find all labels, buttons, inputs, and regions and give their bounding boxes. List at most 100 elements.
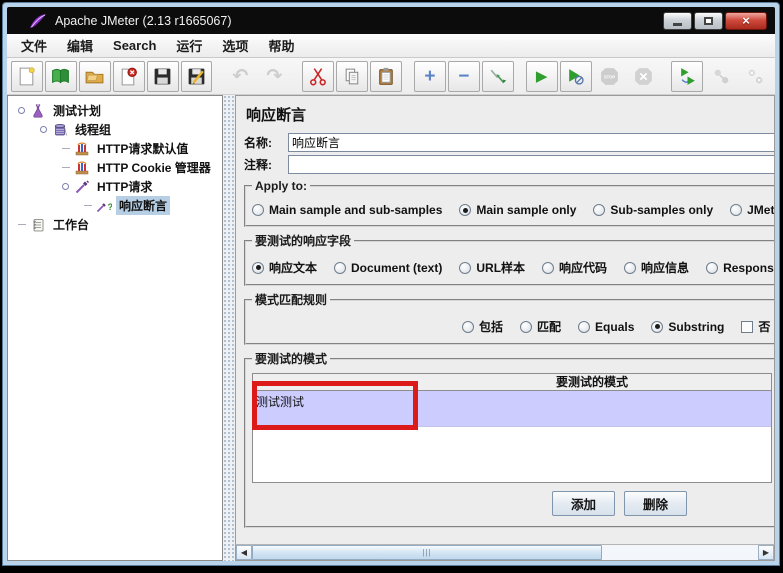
tree-item-label[interactable]: HTTP请求 (94, 177, 155, 196)
radio-response-text[interactable]: 响应文本 (252, 259, 317, 276)
response-field-group: 要测试的响应字段 响应文本 Document (text) URL样本 响应代码… (244, 232, 774, 286)
tree-expand-handle[interactable] (62, 183, 69, 190)
radio-equals[interactable]: Equals (578, 320, 634, 334)
maximize-button[interactable] (694, 11, 723, 30)
apply-to-options: Main sample and sub-samples Main sample … (252, 203, 774, 217)
tree-item-response-assertion[interactable]: ? 响应断言 (10, 196, 220, 215)
cookie-manager-icon (75, 161, 89, 174)
tree-expand-handle[interactable] (40, 126, 47, 133)
horizontal-scrollbar[interactable]: ◀ ||| ▶ (235, 544, 775, 561)
title-bar: Apache JMeter (2.13 r1665067) × (7, 7, 775, 34)
radio-main-sample-only[interactable]: Main sample only (459, 203, 576, 217)
open-file-button[interactable] (78, 60, 111, 92)
editor-column: 响应断言 名称: 注释: Apply to: Main sample and s… (235, 95, 775, 561)
tree-item-http-defaults[interactable]: HTTP请求默认值 (10, 139, 220, 158)
shutdown-button (627, 61, 659, 92)
remote-start-all-button[interactable] (671, 60, 704, 92)
apply-to-group: Apply to: Main sample and sub-samples Ma… (244, 179, 774, 227)
open-file-icon (85, 71, 104, 83)
radio-icon-selected (459, 204, 472, 216)
radio-icon (252, 204, 264, 216)
checkbox-not[interactable]: 否 (741, 318, 770, 335)
tree-connector (84, 205, 92, 206)
radio-icon-selected (651, 320, 664, 333)
menu-options[interactable]: 选项 (214, 34, 256, 57)
start-no-pauses-button[interactable] (559, 60, 592, 92)
tree-item-label[interactable]: HTTP请求默认值 (94, 139, 191, 158)
radio-response-code[interactable]: 响应代码 (542, 259, 607, 276)
collapse-all-button[interactable]: − (447, 60, 480, 92)
patterns-table-header: 要测试的模式 (253, 374, 771, 391)
tree-item-workbench[interactable]: 工作台 (10, 215, 220, 234)
menu-edit[interactable]: 编辑 (59, 34, 101, 57)
minimize-button[interactable] (663, 11, 692, 30)
add-button[interactable]: 添加 (552, 491, 616, 516)
scroll-right-button[interactable]: ▶ (758, 545, 774, 560)
patterns-group: 要测试的模式 要测试的模式 测试测试 添加 删除 (244, 350, 774, 528)
tree-item-cookie-manager[interactable]: HTTP Cookie 管理器 (10, 158, 220, 177)
pattern-row-selected[interactable]: 测试测试 (253, 391, 771, 427)
radio-contains[interactable]: 包括 (462, 318, 503, 335)
open-template-button[interactable] (44, 60, 77, 92)
close-icon: × (742, 13, 750, 28)
tree-item-label[interactable]: 工作台 (50, 215, 92, 234)
delete-button[interactable]: 删除 (624, 491, 688, 516)
comment-input[interactable] (288, 155, 774, 174)
radio-icon (542, 261, 555, 274)
toggle-button[interactable] (481, 60, 514, 92)
remote-stop-all-icon (748, 69, 762, 83)
split-pane-divider[interactable] (223, 95, 235, 561)
name-input[interactable] (288, 133, 774, 152)
new-file-icon (20, 66, 36, 85)
radio-substring[interactable]: Substring (651, 320, 724, 334)
radio-response-message[interactable]: 响应信息 (624, 259, 689, 276)
shutdown-icon (634, 67, 652, 85)
tree-item-label[interactable]: 响应断言 (116, 196, 171, 215)
tree-item-label[interactable]: 测试计划 (50, 101, 104, 120)
expand-all-button[interactable]: + (413, 60, 446, 92)
scroll-left-button[interactable]: ◀ (236, 545, 252, 560)
menu-file[interactable]: 文件 (13, 34, 55, 57)
svg-text:?: ? (108, 202, 113, 212)
radio-matches[interactable]: 匹配 (520, 318, 561, 335)
tree-item-label[interactable]: HTTP Cookie 管理器 (94, 158, 214, 177)
new-file-button[interactable] (11, 60, 43, 92)
test-plan-tree: 测试计划 线程组 HTTP请求默认值 HTTP Cookie 管理器 HTTP请… (7, 95, 223, 561)
response-assertion-panel: 响应断言 名称: 注释: Apply to: Main sample and s… (235, 95, 775, 544)
tree-expand-handle[interactable] (18, 107, 25, 114)
save-as-button[interactable] (180, 60, 213, 92)
menu-search[interactable]: Search (105, 36, 164, 55)
save-button[interactable] (146, 60, 179, 92)
response-field-legend: 要测试的响应字段 (255, 234, 352, 248)
jmeter-feather-icon (30, 13, 46, 28)
close-button[interactable]: × (725, 11, 767, 30)
tree-item-http-request[interactable]: HTTP请求 (10, 177, 220, 196)
menu-bar: 文件 编辑 Search 运行 选项 帮助 (7, 34, 775, 58)
stop-icon: STOP (601, 67, 618, 85)
radio-document-text[interactable]: Document (text) (334, 261, 442, 275)
close-file-button[interactable] (112, 60, 145, 92)
menu-run[interactable]: 运行 (168, 34, 210, 57)
start-button[interactable]: ▶ (525, 60, 558, 92)
radio-response-headers[interactable]: Respons (706, 261, 774, 275)
tree-item-label[interactable]: 线程组 (72, 120, 114, 139)
radio-icon (730, 204, 743, 216)
radio-main-sample-and-sub-samples[interactable]: Main sample and sub-samples (252, 203, 442, 217)
paste-button[interactable] (370, 60, 402, 92)
tree-item-thread-group[interactable]: 线程组 (10, 120, 220, 139)
radio-jmeter-variable[interactable]: JMete (730, 203, 774, 217)
cut-button[interactable] (302, 60, 335, 92)
radio-sub-samples-only[interactable]: Sub-samples only (593, 203, 713, 217)
collapse-all-icon: − (458, 65, 470, 87)
scrollbar-thumb[interactable]: ||| (252, 545, 602, 560)
workbench-icon (33, 218, 44, 231)
radio-icon (624, 261, 637, 274)
menu-help[interactable]: 帮助 (260, 34, 302, 57)
main-content: 测试计划 线程组 HTTP请求默认值 HTTP Cookie 管理器 HTTP请… (7, 95, 775, 561)
undo-button: ↶ (224, 61, 256, 92)
radio-url-sample[interactable]: URL样本 (459, 259, 525, 276)
copy-button[interactable] (336, 60, 369, 92)
tree-connector (62, 148, 70, 149)
minimize-icon (673, 22, 682, 26)
tree-item-test-plan[interactable]: 测试计划 (10, 101, 220, 120)
